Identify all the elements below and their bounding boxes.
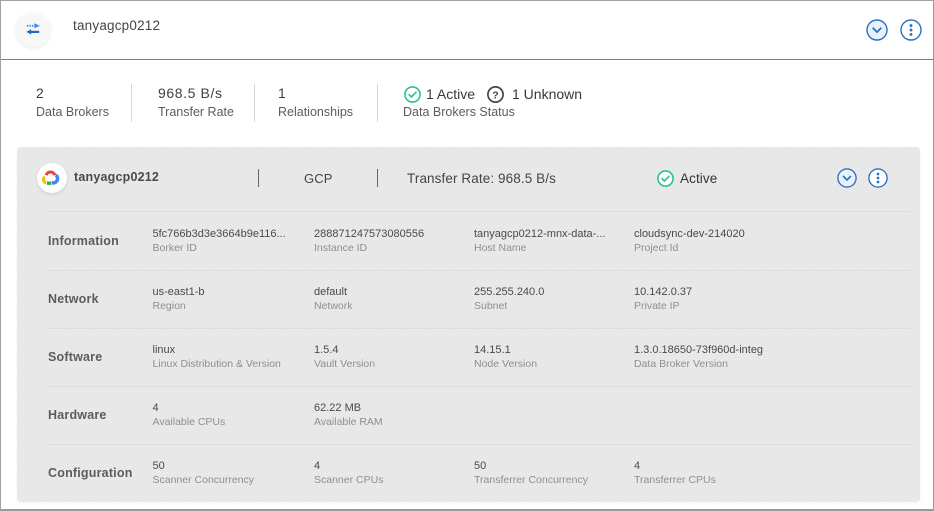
svg-text:?: ? <box>492 89 498 101</box>
